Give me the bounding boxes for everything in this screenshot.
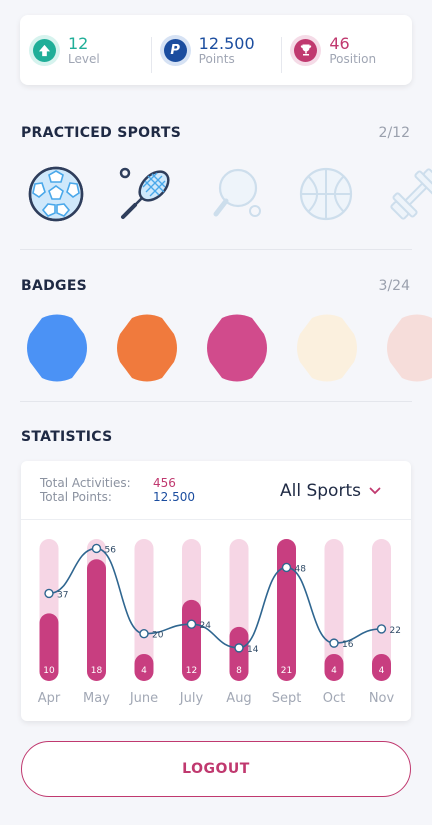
practiced-sports-title: PRACTICED SPORTS: [21, 125, 182, 141]
line-value-label: 20: [152, 631, 164, 641]
line-value-label: 56: [105, 545, 117, 555]
line-point: [376, 624, 387, 634]
x-axis-label: June: [129, 691, 158, 706]
bar: [277, 539, 296, 681]
profile-stats-card: 12 Level P 12.500 Points 46 Position: [20, 15, 412, 85]
bar-value-label: 18: [91, 666, 103, 676]
activity-chart: 10 Apr 18 May 4 June 12 July 8 Aug 21 Sept 4 Oct 4 Nov 3…: [38, 539, 401, 706]
line-value-label: 48: [295, 564, 307, 574]
level-label: Level: [68, 51, 100, 66]
badge-3[interactable]: [202, 312, 272, 384]
level-stat: 12 Level: [20, 33, 151, 66]
line-point: [44, 588, 54, 599]
points-icon: P: [159, 34, 191, 66]
line-value-label: 16: [342, 640, 354, 650]
x-axis-label: May: [83, 691, 110, 706]
x-axis-label: Aug: [226, 691, 251, 706]
soccer-ball-icon[interactable]: [28, 166, 84, 222]
ping-pong-icon[interactable]: [208, 166, 264, 222]
bar: [87, 559, 106, 681]
line-point: [91, 543, 102, 554]
line-value-label: 22: [390, 626, 401, 636]
badge-2[interactable]: [112, 312, 182, 384]
bar-value-label: 10: [43, 666, 55, 676]
line-point: [234, 643, 244, 653]
statistics-title: STATISTICS: [21, 429, 113, 445]
line-value-label: 14: [247, 645, 259, 655]
position-label: Position: [329, 51, 377, 66]
position-value: 46: [329, 33, 350, 53]
position-stat: 46 Position: [281, 33, 412, 73]
x-axis-label: Nov: [369, 691, 395, 706]
practiced-sports-count: 2/12: [378, 125, 410, 141]
x-axis-label: Sept: [272, 691, 302, 706]
basketball-icon[interactable]: [298, 166, 354, 222]
trophy-icon: [290, 34, 322, 66]
bar-value-label: 21: [281, 666, 292, 676]
points-stat: P 12.500 Points: [150, 33, 282, 73]
dumbbell-icon[interactable]: [388, 166, 432, 222]
line-point: [139, 628, 149, 639]
statistics-card: Total Activities: 456 Total Points: 12.5…: [21, 461, 411, 721]
badge-5[interactable]: [382, 312, 432, 384]
points-value: 12.500: [198, 33, 255, 53]
bar-value-label: 4: [379, 666, 385, 676]
bar-value-label: 4: [141, 666, 147, 676]
bar-value-label: 8: [236, 666, 242, 676]
x-axis-label: Oct: [323, 691, 345, 706]
line-point: [329, 638, 339, 648]
points-label: Points: [198, 51, 235, 66]
x-axis-label: Apr: [38, 691, 61, 706]
line-value-label: 37: [57, 590, 68, 600]
x-axis-label: July: [179, 691, 204, 706]
bar-value-label: 4: [331, 666, 337, 676]
logout-button[interactable]: LOGOUT: [21, 741, 411, 797]
level-up-icon: [29, 34, 60, 66]
badge-4[interactable]: [292, 312, 362, 384]
badges-count: 3/24: [378, 278, 410, 294]
level-value: 12: [68, 33, 89, 53]
line-point: [281, 562, 292, 573]
badge-1[interactable]: [22, 312, 92, 384]
divider: [20, 401, 412, 402]
bar-value-label: 12: [186, 666, 197, 676]
badges-title: BADGES: [21, 278, 88, 294]
line-point: [186, 619, 197, 629]
divider: [20, 249, 412, 250]
line-value-label: 24: [200, 621, 212, 631]
tennis-racket-icon[interactable]: [118, 166, 174, 222]
